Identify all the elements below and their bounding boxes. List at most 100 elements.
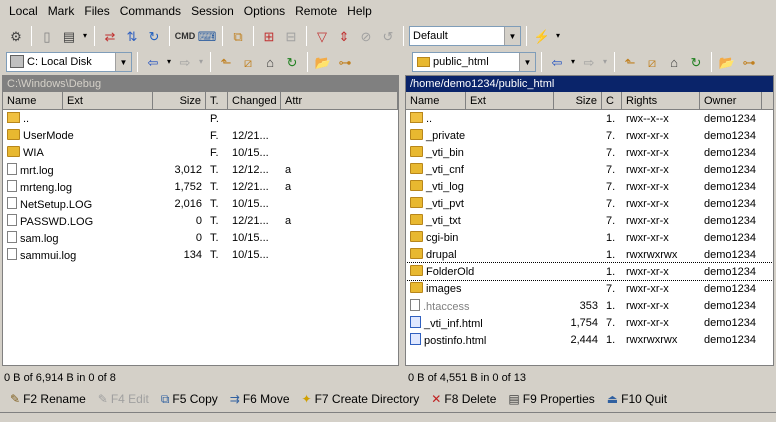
fkey-quit-button[interactable]: ⏏ F10 Quit	[607, 392, 667, 406]
column-name[interactable]: Name	[406, 92, 466, 109]
table-row[interactable]: _vti_pvt 7. rwxr-xr-x demo1234	[406, 195, 773, 212]
refresh-icon[interactable]: ↻	[282, 52, 302, 72]
menu-local[interactable]: Local	[4, 0, 43, 22]
filter-icon[interactable]: ▽	[312, 26, 332, 46]
table-row[interactable]: .. P.	[3, 110, 398, 127]
synchronize-icon[interactable]: ⇄	[100, 26, 120, 46]
table-row[interactable]: _vti_cnf 7. rwxr-xr-x demo1234	[406, 161, 773, 178]
refresh-icon[interactable]: ↻	[144, 26, 164, 46]
fkey-create-directory-button[interactable]: ✦ F7 Create Directory	[302, 392, 420, 406]
table-row[interactable]: sammui.log 134 T. 10/15...	[3, 246, 398, 263]
disabled-action-icon[interactable]: ⊘	[356, 26, 376, 46]
column-name[interactable]: Name	[3, 92, 63, 109]
open-directory-icon[interactable]: 📂	[717, 52, 737, 72]
table-row[interactable]: _vti_bin 7. rwxr-xr-x demo1234	[406, 144, 773, 161]
local-file-panel[interactable]: C:\Windows\Debug Name Ext Size T. Change…	[2, 75, 399, 366]
parent-directory-icon[interactable]: ⬑	[216, 52, 236, 72]
local-drive-combo[interactable]: C: Local Disk ▼	[6, 52, 132, 72]
column-attr[interactable]: Attr	[281, 92, 398, 109]
table-row[interactable]: FolderOld 1. rwxr-xr-x demo1234	[406, 262, 773, 281]
table-row[interactable]: sam.log 0 T. 10/15...	[3, 229, 398, 246]
table-row[interactable]: mrt.log 3,012 T. 12/12... a	[3, 161, 398, 178]
select-files-icon[interactable]: ⊞	[259, 26, 279, 46]
root-directory-icon[interactable]: ⧄	[642, 52, 662, 72]
column-owner[interactable]: Owner	[700, 92, 762, 109]
hard-drive-icon	[10, 55, 24, 68]
home-directory-icon[interactable]: ⌂	[260, 52, 280, 72]
table-row[interactable]: WIA F. 10/15...	[3, 144, 398, 161]
table-row[interactable]: .. 1. rwx--x--x demo1234	[406, 110, 773, 127]
console-icon[interactable]: CMD	[175, 26, 196, 46]
table-row[interactable]: cgi-bin 1. rwxr-xr-x demo1234	[406, 229, 773, 246]
tree-view-icon[interactable]: ⊶	[739, 52, 759, 72]
forward-arrow-icon[interactable]: ⇨	[175, 52, 195, 72]
table-row[interactable]: .htaccess 353 1. rwxr-xr-x demo1234	[406, 297, 773, 314]
dropdown-arrow-icon[interactable]: ▾	[81, 26, 89, 46]
table-row[interactable]: UserMode F. 12/21...	[3, 127, 398, 144]
session-combo[interactable]: Default ▼	[409, 26, 521, 46]
menu-remote[interactable]: Remote	[290, 0, 342, 22]
dropdown-arrow-icon[interactable]: ▾	[569, 52, 577, 72]
file-rights: rwxr-xr-x	[626, 146, 669, 159]
chevron-down-icon[interactable]: ▼	[115, 53, 131, 71]
column-ext[interactable]: Ext	[63, 92, 153, 109]
column-size[interactable]: Size	[554, 92, 602, 109]
menu-mark[interactable]: Mark	[43, 0, 80, 22]
refresh-icon[interactable]: ↻	[686, 52, 706, 72]
fkey-properties-button[interactable]: ▤ F9 Properties	[508, 392, 594, 406]
fkey-rename-button[interactable]: ✎ F2 Rename	[10, 392, 86, 406]
putty-icon[interactable]: ⌨	[197, 26, 217, 46]
dropdown-arrow-icon[interactable]: ▾	[197, 52, 205, 72]
remote-file-panel[interactable]: /home/demo1234/public_html Name Ext Size…	[405, 75, 774, 366]
parent-directory-icon[interactable]: ⬑	[620, 52, 640, 72]
table-row[interactable]: drupal 1. rwxrwxrwx demo1234	[406, 246, 773, 263]
dropdown-arrow-icon[interactable]: ▾	[165, 52, 173, 72]
menu-commands[interactable]: Commands	[115, 0, 186, 22]
back-arrow-icon[interactable]: ⇦	[143, 52, 163, 72]
table-row[interactable]: postinfo.html 2,444 1. rwxrwxrwx demo1234	[406, 331, 773, 348]
chevron-down-icon[interactable]: ▼	[519, 53, 535, 71]
open-terminal-icon[interactable]: ▯	[37, 26, 57, 46]
menu-help[interactable]: Help	[342, 0, 377, 22]
unselect-files-icon[interactable]: ⊟	[281, 26, 301, 46]
queue-icon[interactable]: ▤	[59, 26, 79, 46]
fkey-edit-button[interactable]: ✎ F4 Edit	[98, 392, 149, 406]
menu-options[interactable]: Options	[239, 0, 290, 22]
fkey-delete-button[interactable]: ✕ F8 Delete	[431, 392, 496, 406]
column-ext[interactable]: Ext	[466, 92, 554, 109]
table-row[interactable]: _vti_log 7. rwxr-xr-x demo1234	[406, 178, 773, 195]
remote-directory-combo[interactable]: public_html ▼	[412, 52, 536, 72]
fkey-move-button[interactable]: ⇉ F6 Move	[230, 392, 290, 406]
menu-files[interactable]: Files	[79, 0, 114, 22]
home-directory-icon[interactable]: ⌂	[664, 52, 684, 72]
table-row[interactable]: PASSWD.LOG 0 T. 12/21... a	[3, 212, 398, 229]
open-directory-icon[interactable]: 📂	[313, 52, 333, 72]
compare-directories-icon[interactable]: ⧉	[228, 26, 248, 46]
column-c[interactable]: C	[602, 92, 622, 109]
column-type[interactable]: T.	[206, 92, 228, 109]
table-row[interactable]: mrteng.log 1,752 T. 12/21... a	[3, 178, 398, 195]
back-arrow-icon[interactable]: ⇦	[547, 52, 567, 72]
table-row[interactable]: _vti_txt 7. rwxr-xr-x demo1234	[406, 212, 773, 229]
table-row[interactable]: NetSetup.LOG 2,016 T. 10/15...	[3, 195, 398, 212]
column-rights[interactable]: Rights	[622, 92, 700, 109]
column-changed[interactable]: Changed	[228, 92, 281, 109]
keep-up-to-date-icon[interactable]: ⇅	[122, 26, 142, 46]
table-row[interactable]: images 7. rwxr-xr-x demo1234	[406, 280, 773, 297]
column-size[interactable]: Size	[153, 92, 206, 109]
fkey-copy-button[interactable]: ⧉ F5 Copy	[161, 392, 218, 407]
disabled-refresh-icon[interactable]: ↺	[378, 26, 398, 46]
sort-icon[interactable]: ⇕	[334, 26, 354, 46]
root-directory-icon[interactable]: ⧄	[238, 52, 258, 72]
fkey-label: F9 Properties	[522, 392, 595, 406]
tree-view-icon[interactable]: ⊶	[335, 52, 355, 72]
table-row[interactable]: _private 7. rwxr-xr-x demo1234	[406, 127, 773, 144]
dropdown-arrow-icon[interactable]: ▾	[601, 52, 609, 72]
transfer-settings-icon[interactable]: ⚡	[532, 26, 552, 46]
forward-arrow-icon[interactable]: ⇨	[579, 52, 599, 72]
preferences-gear-icon[interactable]: ⚙	[6, 26, 26, 46]
chevron-down-icon[interactable]: ▼	[504, 27, 520, 45]
dropdown-arrow-icon[interactable]: ▾	[554, 26, 562, 46]
table-row[interactable]: _vti_inf.html 1,754 7. rwxr-xr-x demo1234	[406, 314, 773, 331]
menu-session[interactable]: Session	[186, 0, 239, 22]
